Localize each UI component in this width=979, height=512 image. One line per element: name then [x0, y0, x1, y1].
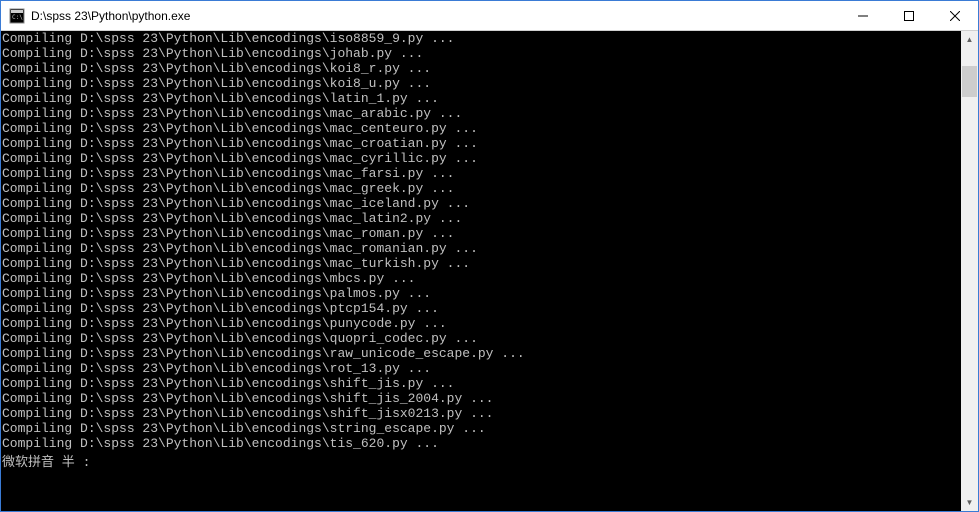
console-line: Compiling D:\spss 23\Python\Lib\encoding… [2, 211, 961, 226]
console-line: Compiling D:\spss 23\Python\Lib\encoding… [2, 46, 961, 61]
console-line: Compiling D:\spss 23\Python\Lib\encoding… [2, 136, 961, 151]
console-line: Compiling D:\spss 23\Python\Lib\encoding… [2, 406, 961, 421]
console-line: Compiling D:\spss 23\Python\Lib\encoding… [2, 31, 961, 46]
console-line: Compiling D:\spss 23\Python\Lib\encoding… [2, 196, 961, 211]
minimize-icon [858, 11, 868, 21]
maximize-icon [904, 11, 914, 21]
console-line: Compiling D:\spss 23\Python\Lib\encoding… [2, 361, 961, 376]
window-controls [840, 1, 978, 30]
console-line: Compiling D:\spss 23\Python\Lib\encoding… [2, 436, 961, 451]
scroll-thumb[interactable] [962, 66, 977, 97]
console-line: Compiling D:\spss 23\Python\Lib\encoding… [2, 346, 961, 361]
console-line: Compiling D:\spss 23\Python\Lib\encoding… [2, 301, 961, 316]
console-line: Compiling D:\spss 23\Python\Lib\encoding… [2, 166, 961, 181]
console-line: Compiling D:\spss 23\Python\Lib\encoding… [2, 91, 961, 106]
console-line: Compiling D:\spss 23\Python\Lib\encoding… [2, 226, 961, 241]
console-line: Compiling D:\spss 23\Python\Lib\encoding… [2, 76, 961, 91]
svg-text:C:\: C:\ [12, 14, 23, 21]
console-line: Compiling D:\spss 23\Python\Lib\encoding… [2, 421, 961, 436]
console-area: Compiling D:\spss 23\Python\Lib\encoding… [1, 31, 978, 511]
console-line: Compiling D:\spss 23\Python\Lib\encoding… [2, 316, 961, 331]
titlebar[interactable]: C:\ D:\spss 23\Python\python.exe [1, 1, 978, 31]
maximize-button[interactable] [886, 1, 932, 31]
console-line: Compiling D:\spss 23\Python\Lib\encoding… [2, 121, 961, 136]
close-button[interactable] [932, 1, 978, 31]
scroll-up-button[interactable]: ▲ [961, 31, 978, 48]
vertical-scrollbar[interactable]: ▲ ▼ [961, 31, 978, 511]
console-output[interactable]: Compiling D:\spss 23\Python\Lib\encoding… [1, 31, 961, 511]
console-line: Compiling D:\spss 23\Python\Lib\encoding… [2, 61, 961, 76]
close-icon [950, 11, 960, 21]
console-line: Compiling D:\spss 23\Python\Lib\encoding… [2, 331, 961, 346]
scroll-track[interactable] [961, 48, 978, 494]
console-line: Compiling D:\spss 23\Python\Lib\encoding… [2, 376, 961, 391]
console-line: Compiling D:\spss 23\Python\Lib\encoding… [2, 181, 961, 196]
console-line: Compiling D:\spss 23\Python\Lib\encoding… [2, 151, 961, 166]
console-line: Compiling D:\spss 23\Python\Lib\encoding… [2, 271, 961, 286]
console-line: Compiling D:\spss 23\Python\Lib\encoding… [2, 241, 961, 256]
app-icon: C:\ [9, 8, 25, 24]
scroll-down-button[interactable]: ▼ [961, 494, 978, 511]
window-title: D:\spss 23\Python\python.exe [31, 9, 840, 23]
console-line: Compiling D:\spss 23\Python\Lib\encoding… [2, 391, 961, 406]
console-line: Compiling D:\spss 23\Python\Lib\encoding… [2, 256, 961, 271]
ime-status-line: 微软拼音 半 : [2, 455, 961, 470]
minimize-button[interactable] [840, 1, 886, 31]
console-line: Compiling D:\spss 23\Python\Lib\encoding… [2, 286, 961, 301]
console-line: Compiling D:\spss 23\Python\Lib\encoding… [2, 106, 961, 121]
